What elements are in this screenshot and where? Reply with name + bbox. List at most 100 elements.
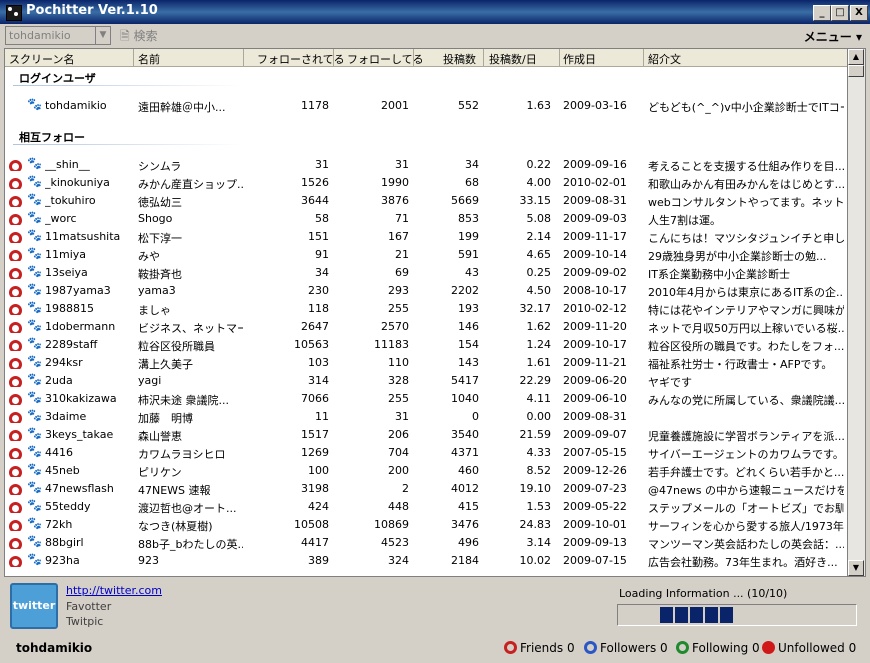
scroll-down-icon[interactable]: ▼ (848, 560, 864, 576)
paw-icon: 🐾 (27, 300, 42, 314)
paw-icon: 🐾 (27, 354, 42, 368)
table-row[interactable]: 🐾 3keys_takae 森山誉恵 1517 206 3540 21.59 2009-09-… (5, 425, 849, 443)
mutual-follow-icon (9, 427, 23, 441)
mutual-follow-icon (9, 463, 23, 477)
table-row[interactable]: 🐾 1988815 ましゃ 118 255 193 32.17 2010-02-12 特には花や… (5, 299, 849, 317)
cell-description: ヤギです (648, 376, 692, 389)
cell-following: 255 (388, 302, 409, 315)
mutual-follow-icon (9, 355, 23, 369)
menu-button[interactable]: メニュー ▾ (804, 28, 862, 45)
cell-posts: 1040 (451, 392, 479, 405)
cell-screen-name: 13seiya (45, 266, 88, 279)
scroll-thumb[interactable] (848, 65, 864, 77)
paw-icon: 🐾 (27, 372, 42, 386)
chevron-down-icon[interactable]: ▼ (95, 27, 110, 44)
table-row-login[interactable]: 🐾 tohdamikio 遠田幹雄＠中小... 1178 2001 552 1.… (5, 96, 849, 114)
col-created[interactable]: 作成日 (563, 51, 596, 67)
mutual-follow-icon (9, 553, 23, 567)
cell-followers: 7066 (301, 392, 329, 405)
minimize-button[interactable]: _ (813, 5, 831, 21)
col-posts-per-day[interactable]: 投稿数/日 (489, 51, 537, 67)
table-row[interactable]: 🐾 88bgirl 88b子_bわたしの英... 4417 4523 496 3.14 200… (5, 533, 849, 551)
table-row[interactable]: 🐾 55teddy 渡辺哲也@オート... 424 448 415 1.53 2009-05-… (5, 497, 849, 515)
table-row[interactable]: 🐾 2uda yagi 314 328 5417 22.29 2009-06-20 ヤギです (5, 371, 849, 389)
cell-followers: 58 (315, 212, 329, 225)
cell-created: 2007-05-15 (563, 446, 627, 459)
cell-following: 2570 (381, 320, 409, 333)
cell-posts: 853 (458, 212, 479, 225)
mutual-follow-icon (9, 535, 23, 549)
cell-description: 児童養護施設に学習ボランティアを派... (648, 430, 844, 443)
table-row[interactable]: 🐾1dobermann ビジネス、ネットマー... 2647 2570 146 1.62 2… (5, 317, 849, 335)
cell-name: 渡辺哲也@オート... (138, 502, 237, 515)
table-row[interactable]: 🐾 11miya みや 91 21 591 4.65 2009-10-14 29歳独身男が中小企… (5, 245, 849, 263)
paw-icon: 🐾 (27, 264, 42, 278)
cell-followers: 2647 (301, 320, 329, 333)
cell-created: 2010-02-01 (563, 176, 627, 189)
twitpic-link[interactable]: Twitpic (66, 615, 103, 628)
col-description[interactable]: 紹介文 (648, 51, 681, 67)
friends-count: 0 (566, 641, 575, 655)
close-button[interactable]: X (850, 5, 868, 21)
table-row[interactable]: 🐾 47newsflash 47NEWS 速報 3198 2 4012 19.10 2009-… (5, 479, 849, 497)
cell-following: 31 (395, 410, 409, 423)
cell-screen-name: 1988815 (45, 302, 94, 315)
cell-posts-per-day: 2.14 (526, 230, 552, 243)
cell-screen-name: 2289staff (45, 338, 98, 351)
table-row[interactable]: 🐾 2289staff 粒谷区役所職員 10563 11183 154 1.24 2009-1… (5, 335, 849, 353)
status-bar: tohdamikio Friends 0 Followers 0 Followi… (0, 636, 870, 663)
mutual-follow-icon (9, 175, 23, 189)
table-row[interactable]: 🐾 1987yama3 yama3 230 293 2202 4.50 2008-10-17 2… (5, 281, 849, 299)
unfollowed-count: 0 (848, 641, 857, 655)
col-name[interactable]: 名前 (138, 51, 160, 67)
table-row[interactable]: 🐾 923ha 923 389 324 2184 10.02 2009-07-15 広告会社勤務… (5, 551, 849, 569)
table-row[interactable]: 🐾 4416 カワムラヨシヒロ 1269 704 4371 4.33 2007-05-15 サイ… (5, 443, 849, 461)
col-followers[interactable]: フォローされてる (257, 51, 345, 67)
unfollowed-icon (762, 641, 775, 654)
cell-following: 1990 (381, 176, 409, 189)
table-row[interactable]: 🐾 13seiya 鞍掛斉也 34 69 43 0.25 2009-09-02 IT系企業勤務中… (5, 263, 849, 281)
cell-followers: 1178 (301, 99, 329, 112)
cell-posts-per-day: 1.53 (526, 500, 552, 513)
toolbar: tohdamikio ▼ 🗎 検索 メニュー ▾ (0, 24, 870, 46)
table-row[interactable]: 🐾 _worc Shogo 58 71 853 5.08 2009-09-03 人生7割は運。 (5, 209, 849, 227)
twitter-link[interactable]: http://twitter.com (66, 584, 162, 597)
cell-name: ビジネス、ネットマー... (138, 322, 243, 335)
cell-followers: 1269 (301, 446, 329, 459)
cell-posts: 4012 (451, 482, 479, 495)
cell-created: 2010-02-12 (563, 302, 627, 315)
table-row[interactable]: 🐾 72kh なつき(林夏樹) 10508 10869 3476 24.83 2009-10-… (5, 515, 849, 533)
cell-posts: 460 (458, 464, 479, 477)
mutual-follow-icon (9, 391, 23, 405)
search-button[interactable]: 🗎 検索 (120, 27, 158, 48)
cell-name: カワムラヨシヒロ (138, 448, 226, 461)
table-row[interactable]: 🐾 45neb ピリケン 100 200 460 8.52 2009-12-26 若手弁護士です… (5, 461, 849, 479)
col-screen-name[interactable]: スクリーン名 (9, 51, 74, 67)
table-row[interactable]: 🐾 _kinokuniya みかん産直ショップ... 1526 1990 68 4.00 20… (5, 173, 849, 191)
cell-posts-per-day: 4.11 (526, 392, 552, 405)
table-row[interactable]: 🐾 11matsushita 松下淳一 151 167 199 2.14 2009-11-17… (5, 227, 849, 245)
table-row[interactable]: 🐾 294ksr 溝上久美子 103 110 143 1.61 2009-11-21 福祉系社労… (5, 353, 849, 371)
cell-description: @47news の中から速報ニュースだけを... (648, 484, 844, 497)
table-row[interactable]: 🐾 3daime 加藤 明博 11 31 0 0.00 2009-08-31 (5, 407, 849, 425)
cell-screen-name: 923ha (45, 554, 80, 567)
table-row[interactable]: 🐾 310kakizawa 柿沢未途 衆議院... 7066 255 1040 4.11 20… (5, 389, 849, 407)
cell-followers: 424 (308, 500, 329, 513)
twitter-logo: twitter (10, 583, 58, 629)
table-row[interactable]: 🐾 __shin__ シンムラ 31 31 34 0.22 2009-09-16 考えることを支… (5, 155, 849, 173)
cell-followers: 11 (315, 410, 329, 423)
account-select[interactable]: tohdamikio ▼ (5, 26, 111, 45)
cell-posts: 154 (458, 338, 479, 351)
cell-name: シンムラ (138, 160, 182, 173)
vertical-scrollbar[interactable]: ▲ ▼ (847, 48, 866, 577)
maximize-button[interactable]: □ (831, 5, 849, 21)
favotter-link[interactable]: Favotter (66, 600, 111, 613)
table-row[interactable]: 🐾 _tokuhiro 徳弘幼三 3644 3876 5669 33.15 2009-08-3… (5, 191, 849, 209)
cell-posts: 146 (458, 320, 479, 333)
cell-description: 若手弁護士です。どれくらい若手かと... (648, 466, 844, 479)
cell-name: 923 (138, 554, 159, 567)
col-posts[interactable]: 投稿数 (443, 51, 476, 67)
scroll-up-icon[interactable]: ▲ (848, 49, 864, 65)
cell-created: 2009-10-01 (563, 518, 627, 531)
cell-description: こんにちは！マツシタジュンイチと申しま... (648, 232, 844, 245)
